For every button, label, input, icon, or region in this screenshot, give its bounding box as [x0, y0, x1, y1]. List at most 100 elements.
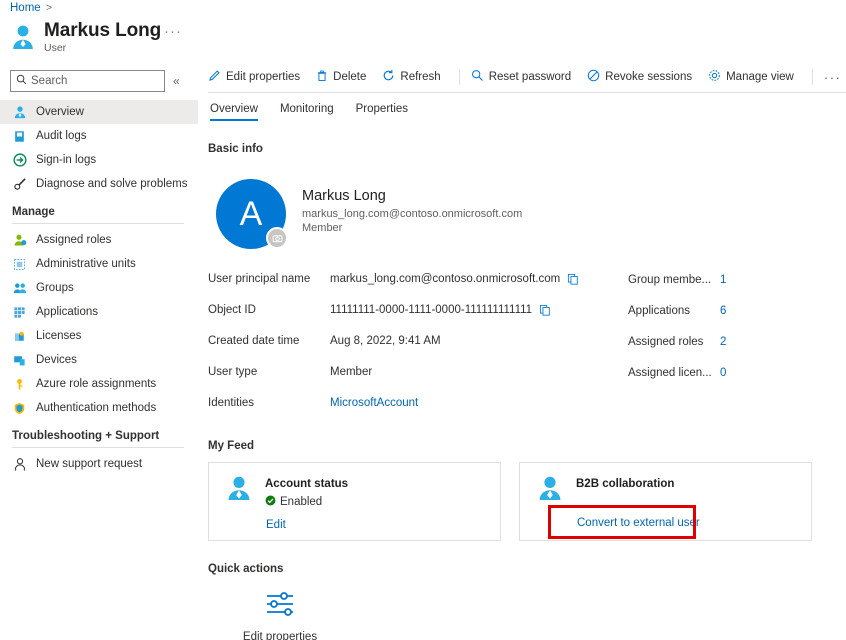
units-icon — [12, 257, 27, 272]
sidebar-item-new-support-request[interactable]: New support request — [0, 452, 198, 476]
my-feed-heading: My Feed — [208, 440, 846, 452]
toolbar-reset-password-button[interactable]: Reset password — [471, 69, 580, 85]
sidebar-item-label: Licenses — [36, 330, 81, 342]
sidebar-item-overview[interactable]: Overview — [0, 100, 198, 124]
property-key: User principal name — [208, 273, 330, 285]
sidebar-item-azure-role-assignments[interactable]: Azure role assignments — [0, 372, 198, 396]
profile-name: Markus Long — [302, 187, 522, 205]
signin-icon — [12, 153, 27, 168]
profile-email: markus_long.com@contoso.onmicrosoft.com — [302, 208, 522, 220]
search-input[interactable] — [31, 75, 156, 87]
property-value: markus_long.com@contoso.onmicrosoft.com — [330, 273, 560, 285]
card-edit-link[interactable]: Edit — [266, 519, 286, 531]
page-title-row: Markus Long User — [10, 20, 161, 54]
page-more-menu-icon[interactable]: ··· — [164, 26, 182, 38]
sidebar-item-diagnose[interactable]: Diagnose and solve problems — [0, 172, 198, 196]
stat-value[interactable]: 1 — [720, 274, 726, 286]
stat-key: Group membe... — [628, 274, 720, 286]
sidebar-item-label: Groups — [36, 282, 74, 294]
properties-list: User principal name markus_long.com@cont… — [208, 267, 628, 422]
copy-icon[interactable] — [567, 273, 579, 285]
stat-row-applications: Applications 6 — [628, 299, 818, 323]
property-row-object-id: Object ID 11111111-0000-1111-0000-111111… — [208, 298, 628, 322]
sidebar-item-label: Audit logs — [36, 130, 87, 142]
card-title: B2B collaboration — [576, 478, 674, 490]
toolbar-item-label: Edit properties — [226, 71, 300, 83]
property-row-user-type: User type Member — [208, 360, 628, 384]
stat-value[interactable]: 6 — [720, 305, 726, 317]
properties-area: User principal name markus_long.com@cont… — [208, 267, 846, 422]
property-value-wrap: Aug 8, 2022, 9:41 AM — [330, 335, 441, 347]
sidebar-item-label: Administrative units — [36, 258, 136, 270]
toolbar-manage-view-button[interactable]: Manage view — [708, 69, 803, 85]
property-key: Object ID — [208, 304, 330, 316]
license-icon — [12, 329, 27, 344]
breadcrumb: Home > — [10, 2, 52, 14]
sidebar-item-label: Applications — [36, 306, 98, 318]
property-key: User type — [208, 366, 330, 378]
toolbar-item-label: Revoke sessions — [605, 71, 692, 83]
page-title: Markus Long — [44, 20, 161, 41]
sidebar: « Overview — [0, 62, 198, 640]
tab-monitoring[interactable]: Monitoring — [280, 103, 334, 121]
tab-overview[interactable]: Overview — [210, 103, 258, 121]
sidebar-item-licenses[interactable]: Licenses — [0, 324, 198, 348]
sidebar-collapse-icon[interactable]: « — [171, 74, 182, 88]
groups-icon — [12, 281, 27, 296]
toolbar-overflow-icon[interactable]: ··· — [824, 70, 842, 85]
tab-label: Properties — [356, 103, 408, 115]
card-header: Account status Enabled — [225, 474, 500, 509]
stat-row-group-memberships: Group membe... 1 — [628, 268, 818, 292]
copy-icon[interactable] — [539, 304, 551, 316]
divider — [12, 223, 184, 224]
sidebar-item-devices[interactable]: Devices — [0, 348, 198, 372]
sidebar-item-assigned-roles[interactable]: Assigned roles — [0, 228, 198, 252]
toolbar-refresh-button[interactable]: Refresh — [382, 69, 449, 85]
property-row-upn: User principal name markus_long.com@cont… — [208, 267, 628, 291]
sidebar-item-groups[interactable]: Groups — [0, 276, 198, 300]
sidebar-item-signin-logs[interactable]: Sign-in logs — [0, 148, 198, 172]
command-toolbar: Edit properties Delete — [208, 62, 846, 92]
property-value: Member — [330, 366, 372, 378]
tab-label: Monitoring — [280, 103, 334, 115]
wrench-icon — [12, 177, 27, 192]
sidebar-search-row: « — [0, 62, 198, 92]
device-icon — [12, 353, 27, 368]
toolbar-divider — [812, 69, 813, 85]
stat-value[interactable]: 0 — [720, 367, 726, 379]
book-icon — [12, 129, 27, 144]
tab-label: Overview — [210, 103, 258, 115]
basic-info-heading: Basic info — [208, 143, 846, 155]
tab-properties[interactable]: Properties — [356, 103, 408, 121]
card-header: B2B collaboration — [536, 474, 811, 502]
toolbar-edit-properties-button[interactable]: Edit properties — [208, 69, 309, 85]
roles-icon — [12, 233, 27, 248]
sidebar-item-applications[interactable]: Applications — [0, 300, 198, 324]
quick-action-edit-properties[interactable]: Edit properties — [234, 591, 326, 640]
stat-key: Assigned licen... — [628, 367, 720, 379]
user-avatar-icon — [10, 23, 36, 51]
toolbar-delete-button[interactable]: Delete — [316, 70, 375, 85]
search-box[interactable] — [10, 70, 165, 92]
profile-summary: A Markus Long markus_long.com@contoso.on… — [208, 179, 846, 249]
quick-actions-heading: Quick actions — [208, 563, 846, 575]
stat-value[interactable]: 2 — [720, 336, 726, 348]
property-value-wrap: MicrosoftAccount — [330, 397, 418, 409]
sidebar-group-manage: Manage — [0, 206, 198, 224]
sidebar-item-authentication-methods[interactable]: Authentication methods — [0, 396, 198, 420]
card-status-row: Enabled — [265, 495, 348, 509]
camera-icon[interactable] — [266, 227, 288, 249]
convert-to-external-user-link[interactable]: Convert to external user — [577, 517, 700, 529]
toolbar-revoke-sessions-button[interactable]: Revoke sessions — [587, 69, 701, 85]
sidebar-item-administrative-units[interactable]: Administrative units — [0, 252, 198, 276]
breadcrumb-home[interactable]: Home — [10, 2, 41, 14]
profile-member-type: Member — [302, 222, 522, 234]
property-value-wrap: 11111111-0000-1111-0000-111111111111 — [330, 304, 551, 316]
identities-link[interactable]: MicrosoftAccount — [330, 397, 418, 409]
user-icon — [12, 105, 27, 120]
sidebar-item-audit-logs[interactable]: Audit logs — [0, 124, 198, 148]
sidebar-item-label: Sign-in logs — [36, 154, 96, 166]
property-value-wrap: markus_long.com@contoso.onmicrosoft.com — [330, 273, 579, 285]
sidebar-nav: Overview Audit logs Si — [0, 100, 198, 476]
sidebar-group-troubleshooting: Troubleshooting + Support — [0, 430, 198, 448]
